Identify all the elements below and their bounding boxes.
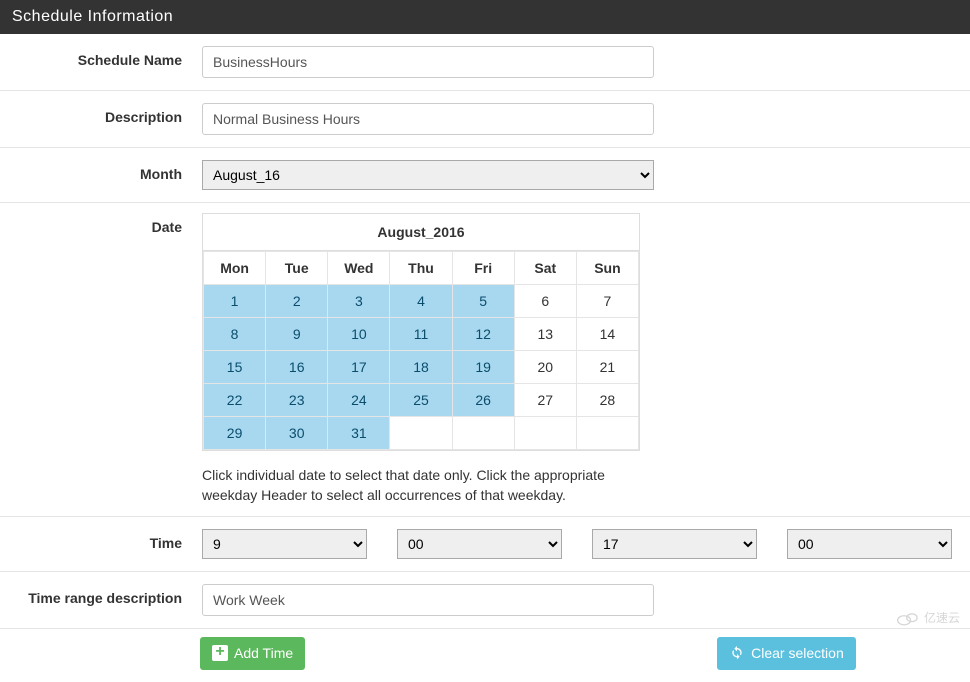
clear-selection-button[interactable]: Clear selection — [717, 637, 856, 670]
calendar-day[interactable]: 15 — [204, 351, 266, 384]
weekday-header[interactable]: Wed — [328, 252, 390, 285]
description-input[interactable] — [202, 103, 654, 135]
calendar-day[interactable]: 24 — [328, 384, 390, 417]
calendar-day[interactable]: 25 — [390, 384, 452, 417]
calendar-day[interactable]: 12 — [452, 318, 514, 351]
watermark: 亿速云 — [895, 609, 960, 628]
add-time-label: Add Time — [234, 645, 293, 661]
calendar: August_2016 MonTueWedThuFriSatSun 123456… — [202, 213, 640, 451]
calendar-day[interactable]: 28 — [576, 384, 638, 417]
calendar-day — [514, 417, 576, 450]
calendar-day[interactable]: 3 — [328, 285, 390, 318]
time-range-desc-input[interactable] — [202, 584, 654, 616]
calendar-help-text: Click individual date to select that dat… — [202, 465, 622, 506]
calendar-day[interactable]: 19 — [452, 351, 514, 384]
weekday-header[interactable]: Sun — [576, 252, 638, 285]
start-hour-select[interactable]: 9 — [202, 529, 367, 559]
calendar-day[interactable]: 9 — [266, 318, 328, 351]
refresh-icon — [729, 644, 745, 663]
calendar-day[interactable]: 11 — [390, 318, 452, 351]
calendar-day — [452, 417, 514, 450]
date-label: Date — [12, 213, 202, 235]
panel-title: Schedule Information — [0, 0, 970, 34]
calendar-day[interactable]: 18 — [390, 351, 452, 384]
weekday-header[interactable]: Tue — [266, 252, 328, 285]
calendar-day[interactable]: 22 — [204, 384, 266, 417]
month-label: Month — [12, 160, 202, 182]
calendar-day[interactable]: 27 — [514, 384, 576, 417]
calendar-day — [576, 417, 638, 450]
month-select[interactable]: August_16 — [202, 160, 654, 190]
weekday-header[interactable]: Sat — [514, 252, 576, 285]
calendar-day[interactable]: 13 — [514, 318, 576, 351]
calendar-day[interactable]: 26 — [452, 384, 514, 417]
calendar-title: August_2016 — [203, 214, 639, 251]
calendar-day[interactable]: 4 — [390, 285, 452, 318]
calendar-day[interactable]: 31 — [328, 417, 390, 450]
clear-selection-label: Clear selection — [751, 645, 844, 661]
calendar-day[interactable]: 5 — [452, 285, 514, 318]
calendar-day[interactable]: 7 — [576, 285, 638, 318]
calendar-day[interactable]: 20 — [514, 351, 576, 384]
calendar-day[interactable]: 10 — [328, 318, 390, 351]
calendar-day[interactable]: 14 — [576, 318, 638, 351]
calendar-day[interactable]: 29 — [204, 417, 266, 450]
time-range-desc-label: Time range description — [12, 584, 202, 606]
calendar-day[interactable]: 2 — [266, 285, 328, 318]
calendar-day — [390, 417, 452, 450]
start-minute-select[interactable]: 00 — [397, 529, 562, 559]
calendar-day[interactable]: 30 — [266, 417, 328, 450]
schedule-name-label: Schedule Name — [12, 46, 202, 68]
end-minute-select[interactable]: 00 — [787, 529, 952, 559]
weekday-header[interactable]: Thu — [390, 252, 452, 285]
calendar-day[interactable]: 6 — [514, 285, 576, 318]
calendar-day[interactable]: 1 — [204, 285, 266, 318]
calendar-day[interactable]: 21 — [576, 351, 638, 384]
calendar-day[interactable]: 8 — [204, 318, 266, 351]
end-hour-select[interactable]: 17 — [592, 529, 757, 559]
calendar-day[interactable]: 23 — [266, 384, 328, 417]
schedule-name-input[interactable] — [202, 46, 654, 78]
time-label: Time — [12, 529, 202, 551]
weekday-header[interactable]: Fri — [452, 252, 514, 285]
calendar-day[interactable]: 17 — [328, 351, 390, 384]
calendar-day[interactable]: 16 — [266, 351, 328, 384]
description-label: Description — [12, 103, 202, 125]
calendar-table: MonTueWedThuFriSatSun 123456789101112131… — [203, 251, 639, 450]
weekday-header[interactable]: Mon — [204, 252, 266, 285]
plus-icon: + — [212, 645, 228, 661]
add-time-button[interactable]: + Add Time — [200, 637, 305, 670]
